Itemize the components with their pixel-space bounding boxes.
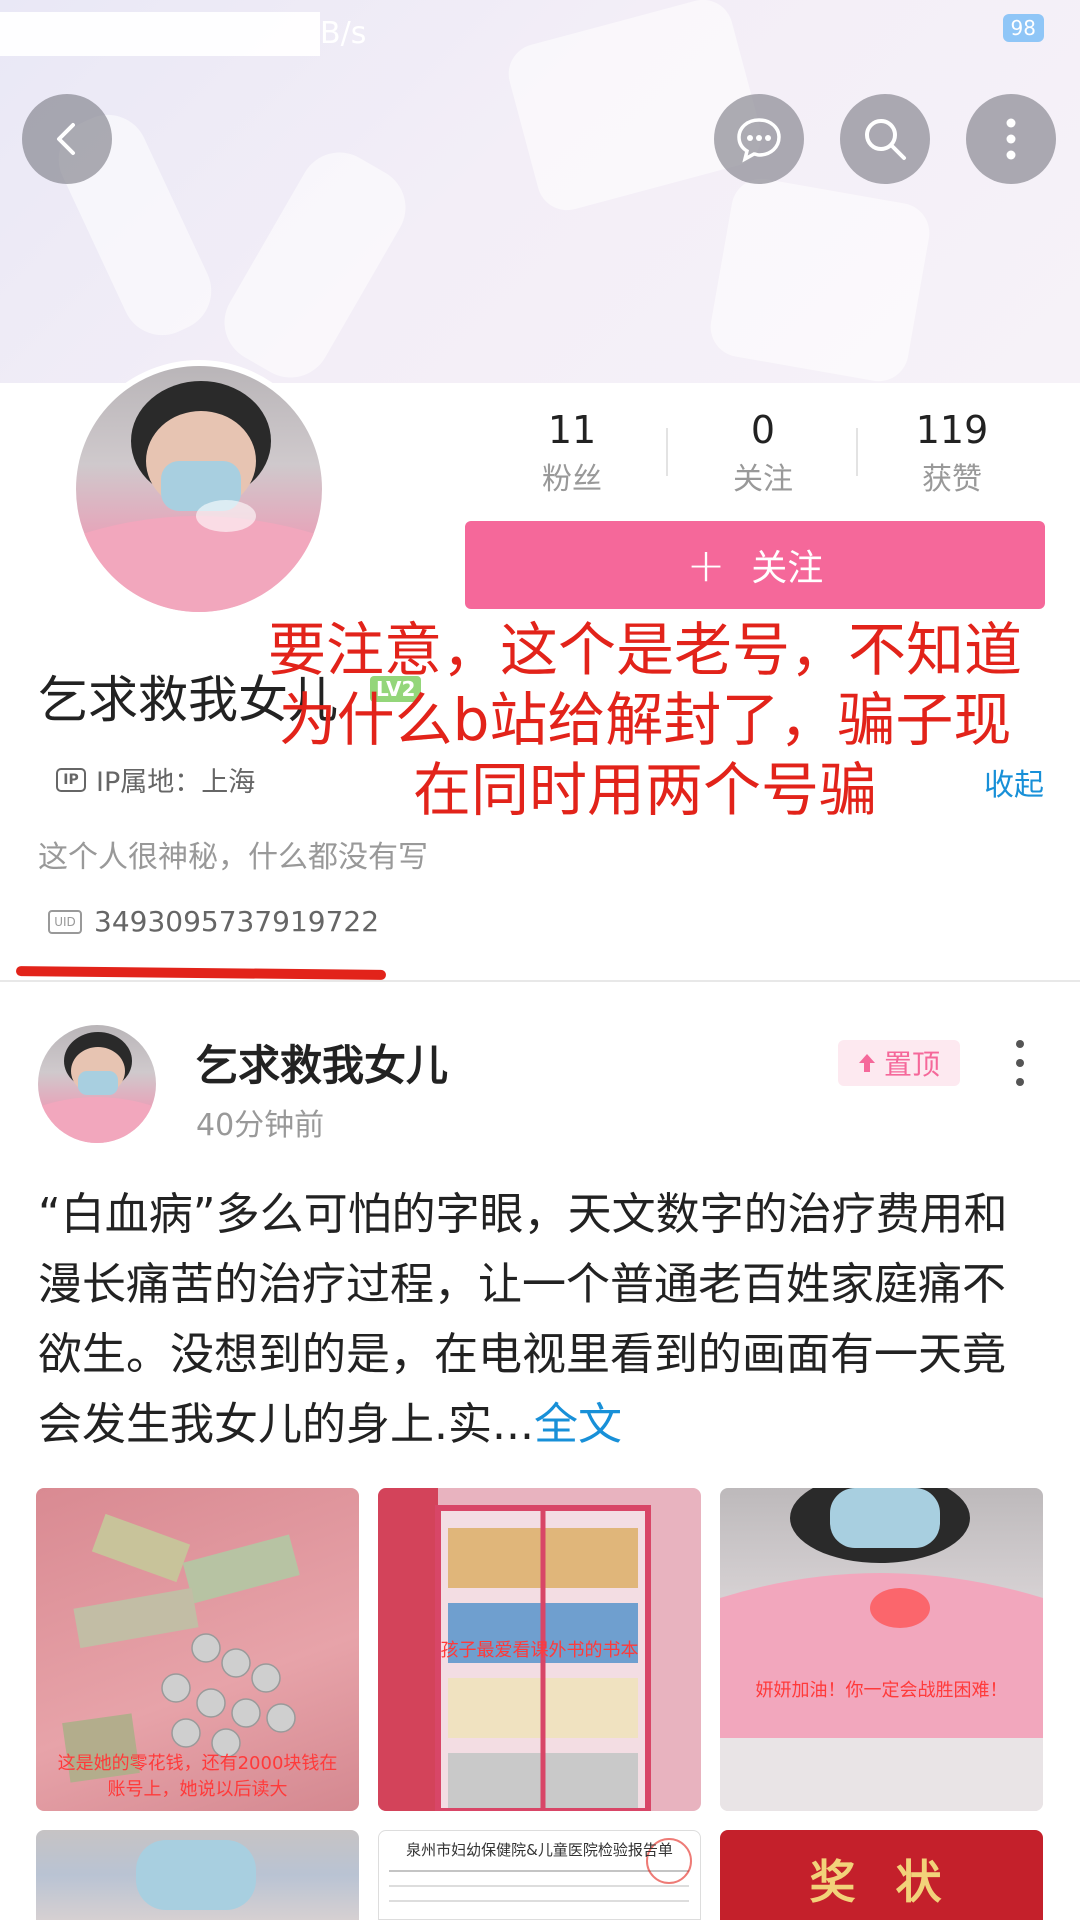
post-image-5[interactable]: 泉州市妇幼保健院&儿童医院检验报告单 [378,1830,701,1920]
ip-location: IP IP属地：上海 [56,760,255,799]
status-bar: B/s 98 [0,12,1080,56]
more-button[interactable] [966,94,1056,184]
post-more-button[interactable] [1010,1040,1030,1086]
pinned-label: 置顶 [883,1048,940,1081]
likes-count: 119 [915,408,989,452]
post-image-4[interactable] [36,1830,359,1920]
search-button[interactable] [840,94,930,184]
pinned-badge: 置顶 [838,1040,960,1086]
section-divider [0,980,1080,982]
dot [1016,1078,1024,1086]
post-time: 40分钟前 [196,1108,325,1143]
fans-label: 粉丝 [542,462,602,497]
follow-button[interactable]: + 关注 [465,521,1045,609]
avatar-photo [76,381,322,612]
image-caption: 这是她的零花钱，还有2000块钱在账号上，她说以后读大 [57,1753,338,1800]
uid-text: 3493095737919722 [94,905,380,938]
post-author-avatar[interactable] [38,1025,156,1143]
following-label: 关注 [733,462,793,497]
banner-decoration [705,174,935,383]
back-button[interactable] [22,94,112,184]
likes-label: 获赞 [922,462,982,497]
likes-stat: 119 获赞 [872,408,1032,498]
avatar-photo [38,1032,156,1143]
warning-annotation: 要注意，这个是老号，不知道为什么b站给解封了，骗子现在同时用两个号骗 [267,616,1022,824]
ip-location-text: IP属地：上海 [96,767,256,798]
red-underline-annotation [15,966,387,980]
image-caption: 妍妍加油！你一定会战胜困难！ [755,1680,1008,1701]
image-caption: 孩子最爱看课外书的书本 [440,1640,639,1661]
profile-bio: 这个人很神秘，什么都没有写 [38,840,428,875]
fans-stat[interactable]: 11 粉丝 [492,408,652,498]
certificate-title: 奖 状 [809,1855,954,1909]
post-image-2[interactable]: 孩子最爱看课外书的书本 [378,1488,701,1811]
stat-divider [856,428,858,476]
child-in-bed-photo [720,1488,1043,1811]
post-image-6[interactable]: 奖 状 [720,1830,1043,1920]
profile-avatar[interactable] [70,360,328,618]
more-vertical-icon [1006,118,1016,160]
network-speed: B/s [320,16,367,51]
chevron-left-icon [57,123,75,155]
post-text: “白血病”多么可怕的字眼，天文数字的治疗费用和漫长痛苦的治疗过程，让一个普通老百… [38,1189,1008,1450]
post-image-1[interactable]: 这是她的零花钱，还有2000块钱在账号上，她说以后读大 [36,1488,359,1811]
uid-icon: UID [48,909,82,934]
battery-indicator: 98 [1002,14,1044,42]
post-image-3[interactable]: 妍妍加油！你一定会战胜困难！ [720,1488,1043,1811]
child-mask-photo [136,1840,256,1910]
fans-count: 11 [547,408,597,452]
stat-divider [666,428,668,476]
arrow-up-icon [858,1054,875,1072]
follow-label: 关注 [751,548,824,589]
chat-bubble-icon [737,118,781,163]
ip-icon: IP [56,767,86,792]
dot [1016,1059,1024,1067]
following-count: 0 [750,408,776,452]
report-title: 泉州市妇幼保健院&儿童医院检验报告单 [406,1841,673,1859]
search-icon [865,119,906,160]
post-content[interactable]: “白血病”多么可怕的字眼，天文数字的治疗费用和漫长痛苦的治疗过程，让一个普通老百… [38,1180,1048,1460]
post-author-name[interactable]: 乞求救我女儿 [196,1032,448,1093]
profile-banner [0,0,1080,383]
status-bar-mask [0,12,320,56]
full-text-link[interactable]: 全文 [534,1399,622,1450]
message-button[interactable] [714,94,804,184]
dot [1016,1040,1024,1048]
banner-decoration [209,137,421,383]
following-stat[interactable]: 0 关注 [683,408,843,498]
plus-icon: + [686,538,726,592]
uid-row[interactable]: UID 3493095737919722 [48,905,379,938]
